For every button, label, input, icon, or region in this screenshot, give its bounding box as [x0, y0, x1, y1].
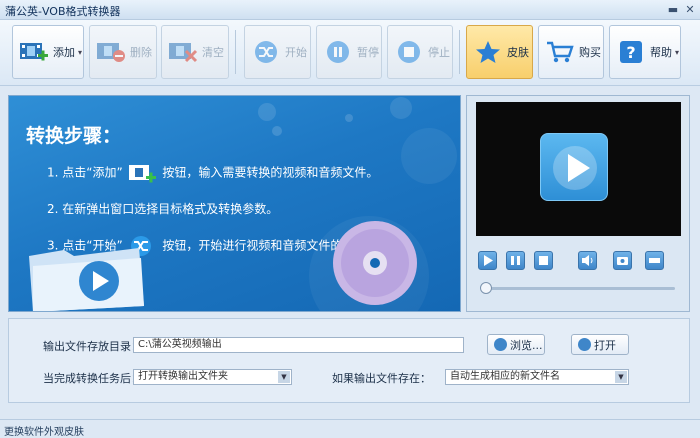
- stop-button[interactable]: [534, 251, 553, 270]
- volume-button[interactable]: [578, 251, 597, 270]
- step-1: 1. 点击“添加” 按钮，输入需要转换的视频和音频文件。: [47, 162, 378, 184]
- pause-label: 暂停: [357, 46, 379, 59]
- window-title: 蒲公英-VOB格式转换器: [5, 5, 121, 18]
- disc-illustration: [333, 221, 417, 305]
- help-button[interactable]: ? 帮助 ▾: [609, 25, 681, 79]
- clear-list-icon: [169, 43, 198, 63]
- if-exists-label: 如果输出文件存在：: [332, 372, 431, 385]
- skin-button[interactable]: 皮肤: [466, 25, 533, 79]
- if-exists-select[interactable]: 自动生成相应的新文件名 ▼: [445, 369, 629, 385]
- star-icon: [476, 41, 500, 63]
- seek-slider-thumb[interactable]: [480, 282, 492, 294]
- steps-banner: 转换步骤： 1. 点击“添加” 按钮，输入需要转换的视频和音频文件。 2. 在新…: [8, 95, 461, 312]
- add-label: 添加: [53, 46, 75, 59]
- clear-label: 清空: [202, 46, 224, 59]
- chevron-down-icon: ▼: [278, 371, 290, 383]
- fullscreen-button[interactable]: [645, 251, 664, 270]
- start-label: 开始: [285, 46, 307, 59]
- add-video-icon: [128, 165, 156, 183]
- folder-browse-icon: [494, 338, 507, 351]
- chevron-down-icon: ▼: [615, 371, 627, 383]
- help-icon: ?: [620, 41, 642, 63]
- help-label: 帮助: [650, 46, 672, 59]
- open-button[interactable]: 打开: [571, 334, 629, 355]
- chevron-down-icon: ▾: [78, 47, 83, 57]
- output-dir-label: 输出文件存放目录：: [43, 340, 142, 353]
- shuffle-icon: [255, 41, 277, 63]
- toolbar-divider: [235, 30, 236, 74]
- video-screen: [476, 102, 681, 236]
- buy-label: 购买: [579, 46, 601, 59]
- clear-button[interactable]: 清空: [161, 25, 229, 79]
- title-bar: 蒲公英-VOB格式转换器 ▬ ✕: [0, 0, 700, 20]
- step-1-suffix: 按钮，输入需要转换的视频和音频文件。: [162, 165, 379, 180]
- delete-label: 删除: [130, 46, 152, 59]
- open-folder-icon: [578, 338, 591, 351]
- pause-icon: [327, 41, 349, 63]
- buy-button[interactable]: 购买: [538, 25, 604, 79]
- browse-label: 浏览...: [510, 338, 543, 352]
- after-done-label: 当完成转换任务后：: [43, 372, 142, 385]
- play-icon[interactable]: [540, 133, 608, 201]
- delete-video-icon: [97, 43, 125, 62]
- pause-button[interactable]: 暂停: [316, 25, 382, 79]
- step-2: 2. 在新弹出窗口选择目标格式及转换参数。: [47, 202, 279, 216]
- toolbar-divider: [459, 30, 460, 74]
- after-done-value: 打开转换输出文件夹: [138, 371, 228, 382]
- browse-button[interactable]: 浏览...: [487, 334, 545, 355]
- output-dir-field[interactable]: C:\蒲公英视频输出: [133, 337, 464, 353]
- play-button[interactable]: [478, 251, 497, 270]
- output-settings: 输出文件存放目录： C:\蒲公英视频输出 浏览... 打开 当完成转换任务后： …: [8, 318, 690, 403]
- cart-icon: [547, 41, 574, 63]
- start-button[interactable]: 开始: [244, 25, 311, 79]
- step-1-prefix: 1. 点击“添加”: [47, 165, 123, 180]
- svg-text:?: ?: [626, 43, 635, 62]
- if-exists-value: 自动生成相应的新文件名: [450, 371, 560, 382]
- stop-label: 停止: [428, 46, 450, 59]
- seek-slider-track[interactable]: [487, 287, 675, 290]
- change-skin-link[interactable]: 更换软件外观皮肤: [4, 423, 84, 438]
- steps-title: 转换步骤：: [26, 125, 122, 147]
- minimize-button[interactable]: ▬: [666, 3, 680, 17]
- add-button[interactable]: 添加 ▾: [12, 25, 84, 79]
- stop-button[interactable]: 停止: [387, 25, 453, 79]
- pause-button[interactable]: [506, 251, 525, 270]
- add-video-icon: [20, 43, 48, 61]
- toolbar: 添加 ▾ 删除 清空 开始 暂停 停止 皮肤 购买 ? 帮助 ▾: [0, 20, 700, 86]
- stop-icon: [398, 41, 420, 63]
- chevron-down-icon: ▾: [675, 47, 680, 57]
- open-label: 打开: [594, 338, 616, 352]
- skin-label: 皮肤: [507, 46, 529, 59]
- snapshot-button[interactable]: [613, 251, 632, 270]
- after-done-select[interactable]: 打开转换输出文件夹 ▼: [133, 369, 292, 385]
- delete-button[interactable]: 删除: [89, 25, 157, 79]
- close-button[interactable]: ✕: [683, 3, 697, 17]
- video-folder-illustration: [29, 248, 144, 311]
- video-preview-panel: [466, 95, 690, 312]
- status-divider: [0, 419, 700, 420]
